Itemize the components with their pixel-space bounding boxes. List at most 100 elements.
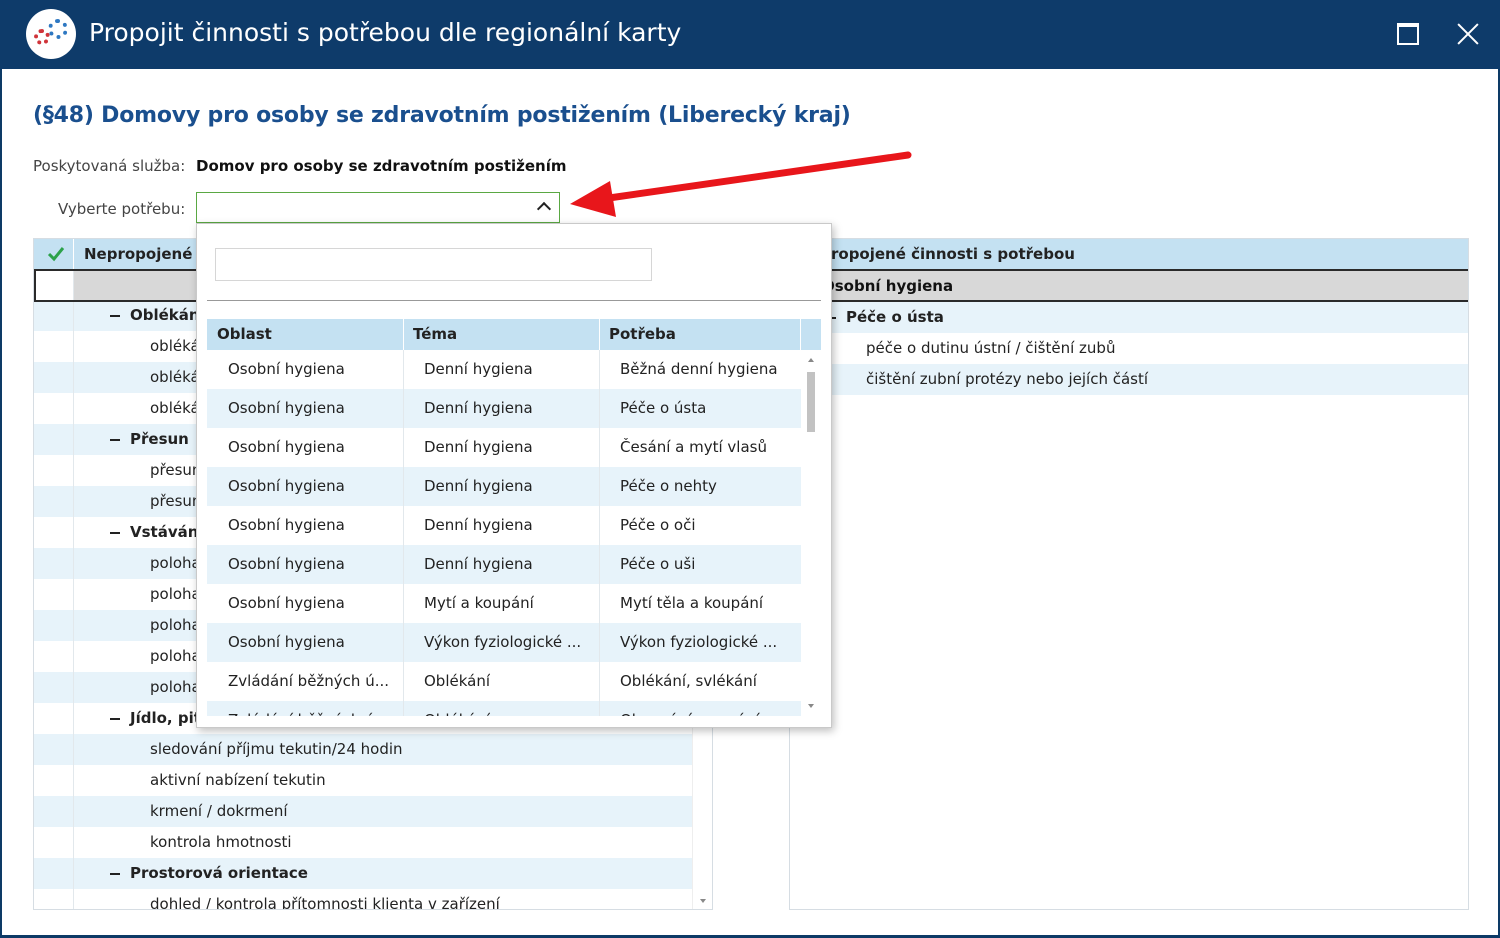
page-title: (§48) Domovy pro osoby se zdravotním pos… [33, 103, 851, 128]
tree-group-row[interactable]: Péče o ústa [790, 302, 1468, 333]
row-selector-cell[interactable] [34, 486, 74, 517]
tree-row-label: poloha [150, 678, 201, 696]
tree-row-label: kontrola hmotnosti [150, 833, 292, 851]
tree-row-label: přesun [150, 461, 202, 479]
potreba-cell: Péče o ústa [620, 399, 707, 417]
need-dropdown-popup: Oblast Téma Potřeba Osobní hygiena Denní … [196, 223, 832, 728]
dropdown-search-input[interactable] [215, 248, 652, 281]
row-selector-cell[interactable] [34, 858, 74, 889]
tema-cell: Denní hygiena [424, 555, 533, 573]
scroll-down-icon[interactable] [808, 704, 814, 708]
tema-cell: Mytí a koupání [424, 594, 534, 612]
chevron-up-icon[interactable] [536, 201, 552, 217]
row-selector-cell[interactable] [34, 827, 74, 858]
tree-row[interactable]: kontrola hmotnosti [34, 827, 692, 858]
tree-row[interactable]: čištění zubní protézy nebo jejích částí [790, 364, 1468, 395]
row-selector-cell[interactable] [34, 641, 74, 672]
right-selected-label: Osobní hygiena [822, 277, 954, 295]
tree-row-label: Prostorová orientace [130, 864, 308, 882]
row-selector-cell[interactable] [34, 331, 74, 362]
scroll-up-icon[interactable] [808, 358, 814, 362]
tema-cell: Oblékání [424, 672, 491, 690]
need-option-row[interactable]: Osobní hygiena Výkon fyziologické ... Výko… [207, 623, 801, 662]
row-selector-cell[interactable] [34, 672, 74, 703]
tema-cell: Výkon fyziologické ... [424, 633, 582, 651]
minus-icon[interactable] [110, 439, 120, 441]
tree-row[interactable]: krmení / dokrmení [34, 796, 692, 827]
row-selector-cell[interactable] [34, 455, 74, 486]
linked-activities-grid: Propojené činnosti s potřebou Osobní hyg… [789, 238, 1469, 910]
oblast-cell: Osobní hygiena [228, 360, 345, 378]
oblast-cell: Zvládání běžných ú... [228, 711, 389, 716]
row-selector-cell[interactable] [34, 579, 74, 610]
row-selector-cell[interactable] [34, 703, 74, 734]
tree-row[interactable]: dohled / kontrola přítomnosti klienta v … [34, 889, 692, 909]
tree-row-label: aktivní nabízení tekutin [150, 771, 326, 789]
need-option-row[interactable]: Osobní hygiena Mytí a koupání Mytí těla a … [207, 584, 801, 623]
need-select[interactable] [196, 192, 560, 223]
need-table-header: Oblast Téma Potřeba [207, 319, 821, 350]
row-selector-cell[interactable] [34, 393, 74, 424]
minus-icon[interactable] [110, 718, 120, 720]
row-selector-cell[interactable] [34, 765, 74, 796]
oblast-cell: Osobní hygiena [228, 555, 345, 573]
tree-row-label: poloha [150, 585, 201, 603]
row-selector-cell[interactable] [34, 517, 74, 548]
dialog-content: (§48) Domovy pro osoby se zdravotním pos… [2, 69, 1498, 935]
potreba-cell: Výkon fyziologické ... [620, 633, 778, 651]
row-selector-cell[interactable] [34, 796, 74, 827]
tree-row[interactable]: sledování příjmu tekutin/24 hodin [34, 734, 692, 765]
column-header-tema[interactable]: Téma [413, 325, 457, 343]
tema-cell: Denní hygiena [424, 516, 533, 534]
right-selected-row[interactable]: Osobní hygiena [790, 269, 1468, 302]
need-option-row[interactable]: Osobní hygiena Denní hygiena Péče o uši [207, 545, 801, 584]
maximize-button[interactable] [1388, 14, 1428, 54]
minus-icon[interactable] [110, 315, 120, 317]
row-selector-cell[interactable] [34, 889, 74, 909]
row-selector-cell[interactable] [34, 548, 74, 579]
column-header-potreba[interactable]: Potřeba [609, 325, 676, 343]
need-option-row[interactable]: Osobní hygiena Denní hygiena Česání a mytí… [207, 428, 801, 467]
row-selector-cell[interactable] [34, 734, 74, 765]
column-header-oblast[interactable]: Oblast [217, 325, 272, 343]
potreba-cell: Česání a mytí vlasů [620, 438, 767, 456]
row-selector-cell[interactable] [34, 300, 74, 331]
row-selector-cell[interactable] [34, 362, 74, 393]
potreba-cell: Péče o nehty [620, 477, 717, 495]
divider [207, 300, 821, 301]
need-option-row[interactable]: Osobní hygiena Denní hygiena Péče o ústa [207, 389, 801, 428]
app-logo-icon [26, 9, 76, 59]
window-title: Propojit činnosti s potřebou dle regioná… [89, 18, 682, 47]
maximize-icon [1397, 23, 1419, 45]
need-option-row[interactable]: Osobní hygiena Denní hygiena Běžná denní h… [207, 350, 801, 389]
minus-icon[interactable] [110, 873, 120, 875]
tree-row[interactable]: péče o dutinu ústní / čištění zubů [790, 333, 1468, 364]
tema-cell: Denní hygiena [424, 399, 533, 417]
potreba-cell: Oblékání, svlékání [620, 672, 757, 690]
minus-icon[interactable] [110, 532, 120, 534]
dropdown-scrollbar[interactable] [801, 350, 821, 716]
tree-row[interactable]: aktivní nabízení tekutin [34, 765, 692, 796]
tree-row-label: přesun [150, 492, 202, 510]
tree-group-row[interactable]: Prostorová orientace [34, 858, 692, 889]
oblast-cell: Osobní hygiena [228, 477, 345, 495]
tree-row-label: poloha [150, 647, 201, 665]
tree-row-label: krmení / dokrmení [150, 802, 288, 820]
potreba-cell: Obouvání, zouvání [620, 711, 760, 716]
row-selector-cell[interactable] [34, 610, 74, 641]
need-option-row[interactable]: Zvládání běžných ú... Oblékání Obouvání, z… [207, 701, 801, 716]
need-option-row[interactable]: Osobní hygiena Denní hygiena Péče o oči [207, 506, 801, 545]
row-selector-cell[interactable] [34, 424, 74, 455]
tree-row-label: čištění zubní protézy nebo jejích částí [866, 370, 1149, 388]
potreba-cell: Péče o oči [620, 516, 696, 534]
tema-cell: Oblékání [424, 711, 490, 716]
oblast-cell: Osobní hygiena [228, 633, 345, 651]
right-grid-header: Propojené činnosti s potřebou [790, 239, 1468, 269]
check-icon[interactable] [46, 244, 66, 264]
scroll-thumb[interactable] [807, 372, 815, 432]
need-option-row[interactable]: Zvládání běžných ú... Oblékání Oblékání, s… [207, 662, 801, 701]
oblast-cell: Zvládání běžných ú... [228, 672, 390, 690]
close-button[interactable] [1448, 14, 1488, 54]
tree-row-label: Oblékání [130, 306, 205, 324]
need-option-row[interactable]: Osobní hygiena Denní hygiena Péče o nehty [207, 467, 801, 506]
